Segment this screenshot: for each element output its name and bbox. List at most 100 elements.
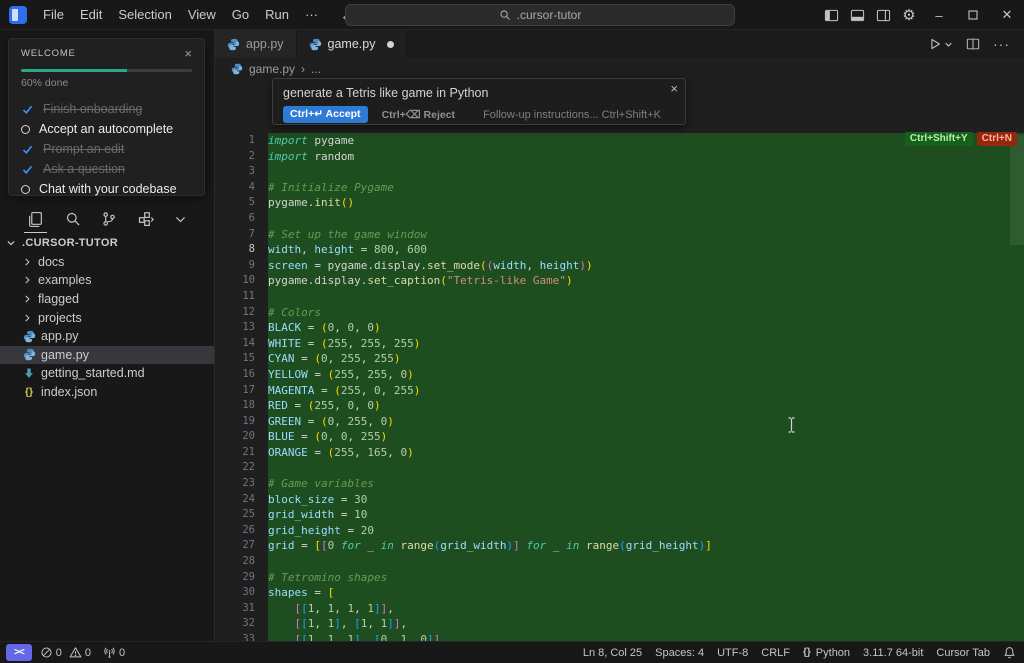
code-line[interactable]: 3 [215,164,1024,180]
code-line[interactable]: 15CYAN = (0, 255, 255) [215,351,1024,367]
breadcrumb-rest[interactable]: ... [311,62,321,76]
toggle-sidebar-icon[interactable] [818,0,844,30]
split-editor-icon[interactable] [966,37,980,51]
line-content[interactable]: [[1, 1], [1, 1]], [268,616,1024,632]
search-sidebar-icon[interactable] [65,207,81,231]
code-line[interactable]: 21ORANGE = (255, 165, 0) [215,445,1024,461]
code-line[interactable]: 11 [215,289,1024,305]
line-content[interactable]: import random [268,149,1024,165]
line-content[interactable]: BLACK = (0, 0, 0) [268,320,1024,336]
run-python-file-button[interactable] [928,37,953,51]
line-content[interactable]: RED = (255, 0, 0) [268,398,1024,414]
code-line[interactable]: 19GREEN = (0, 255, 0) [215,414,1024,430]
code-line[interactable]: 1import pygame [215,133,1024,149]
errors-warnings[interactable]: 0 0 [40,646,91,659]
code-line[interactable]: 29# Tetromino shapes [215,570,1024,586]
line-content[interactable]: ORANGE = (255, 165, 0) [268,445,1024,461]
line-content[interactable]: YELLOW = (255, 255, 0) [268,367,1024,383]
settings-gear-icon[interactable]: ⚙ [896,0,922,30]
menu-view[interactable]: View [180,0,224,30]
status-ln-8-col-25[interactable]: Ln 8, Col 25 [583,647,642,659]
explorer-files-icon[interactable] [27,207,44,231]
line-content[interactable]: GREEN = (0, 255, 0) [268,414,1024,430]
code-line[interactable]: 23# Game variables [215,476,1024,492]
menu-run[interactable]: Run [257,0,297,30]
ports-indicator[interactable]: 0 [103,646,125,659]
diff-reject-badge[interactable]: Ctrl+N [977,132,1017,146]
line-content[interactable] [268,460,1024,476]
line-content[interactable]: pygame.display.set_caption("Tetris-like … [268,273,1024,289]
code-line[interactable]: 9screen = pygame.display.set_mode((width… [215,258,1024,274]
line-content[interactable]: grid_height = 20 [268,523,1024,539]
unsaved-dot-icon[interactable] [387,41,394,48]
line-content[interactable]: grid = [[0 for _ in range(grid_width)] f… [268,538,1024,554]
code-line[interactable]: 20BLUE = (0, 0, 255) [215,429,1024,445]
menu-go[interactable]: Go [224,0,257,30]
line-content[interactable]: WHITE = (255, 255, 255) [268,336,1024,352]
code-line[interactable]: 28 [215,554,1024,570]
followup-instructions[interactable]: Follow-up instructions... Ctrl+Shift+K [483,109,661,121]
tab-game.py[interactable]: game.py [297,30,408,58]
code-editor[interactable]: 1import pygame2import random34# Initiali… [215,80,1024,641]
file-index.json[interactable]: {}index.json [0,383,214,402]
reject-button[interactable]: Ctrl+⌫ Reject [382,109,456,121]
line-content[interactable]: # Tetromino shapes [268,570,1024,586]
code-line[interactable]: 5pygame.init() [215,195,1024,211]
file-app.py[interactable]: app.py [0,327,214,346]
status-3-11-7-64-bit[interactable]: 3.11.7 64-bit [863,647,923,659]
line-content[interactable]: pygame.init() [268,195,1024,211]
notifications-bell-icon[interactable] [1003,646,1016,659]
diff-accept-badge[interactable]: Ctrl+Shift+Y [905,132,973,146]
line-content[interactable]: CYAN = (0, 255, 255) [268,351,1024,367]
code-line[interactable]: 18RED = (255, 0, 0) [215,398,1024,414]
line-content[interactable]: # Set up the game window [268,227,1024,243]
close-icon[interactable]: × [670,81,678,96]
extensions-icon[interactable] [138,207,154,231]
welcome-task[interactable]: Prompt an edit [21,139,192,159]
chevron-down-icon[interactable] [174,207,187,231]
folder-flagged[interactable]: flagged [0,290,214,309]
more-actions-icon[interactable]: ··· [993,36,1010,52]
status-crlf[interactable]: CRLF [761,647,790,659]
line-content[interactable]: # Initialize Pygame [268,180,1024,196]
line-content[interactable]: BLUE = (0, 0, 255) [268,429,1024,445]
code-line[interactable]: 33 [[1, 1, 1], [0, 1, 0]], [215,632,1024,641]
command-center-search[interactable]: .cursor-tutor [345,4,735,26]
status-python[interactable]: {}Python [803,647,850,659]
line-content[interactable] [268,164,1024,180]
menu-edit[interactable]: Edit [72,0,110,30]
breadcrumb-file[interactable]: game.py [249,62,295,76]
code-line[interactable]: 4# Initialize Pygame [215,180,1024,196]
status-spaces-4[interactable]: Spaces: 4 [655,647,704,659]
welcome-task[interactable]: Accept an autocomplete [21,119,192,139]
code-line[interactable]: 27grid = [[0 for _ in range(grid_width)]… [215,538,1024,554]
code-line[interactable]: 8width, height = 800, 600 [215,242,1024,258]
welcome-close-icon[interactable]: × [184,49,192,59]
code-line[interactable]: 13BLACK = (0, 0, 0) [215,320,1024,336]
code-line[interactable]: 25grid_width = 10 [215,507,1024,523]
code-line[interactable]: 32 [[1, 1], [1, 1]], [215,616,1024,632]
code-line[interactable]: 14WHITE = (255, 255, 255) [215,336,1024,352]
source-control-icon[interactable] [101,207,117,231]
accept-button[interactable]: Ctrl+↵ Accept [283,106,368,123]
code-line[interactable]: 30shapes = [ [215,585,1024,601]
breadcrumb[interactable]: game.py › ... [215,58,1024,80]
line-content[interactable] [268,554,1024,570]
remote-indicator[interactable]: >< [6,644,32,661]
prompt-input[interactable]: generate a Tetris like game in Python [283,86,675,100]
menu-file[interactable]: File [35,0,72,30]
code-line[interactable]: 17MAGENTA = (255, 0, 255) [215,383,1024,399]
window-close-button[interactable]: ✕ [990,0,1024,30]
line-content[interactable] [268,211,1024,227]
window-minimize-button[interactable]: – [922,0,956,30]
folder-examples[interactable]: examples [0,271,214,290]
window-maximize-button[interactable] [956,0,990,30]
code-line[interactable]: 7# Set up the game window [215,227,1024,243]
code-line[interactable]: 2import random [215,149,1024,165]
line-content[interactable]: [[1, 1, 1, 1]], [268,601,1024,617]
code-line[interactable]: 26grid_height = 20 [215,523,1024,539]
line-content[interactable]: shapes = [ [268,585,1024,601]
tab-app.py[interactable]: app.py [215,30,297,58]
line-content[interactable] [268,289,1024,305]
line-content[interactable]: grid_width = 10 [268,507,1024,523]
